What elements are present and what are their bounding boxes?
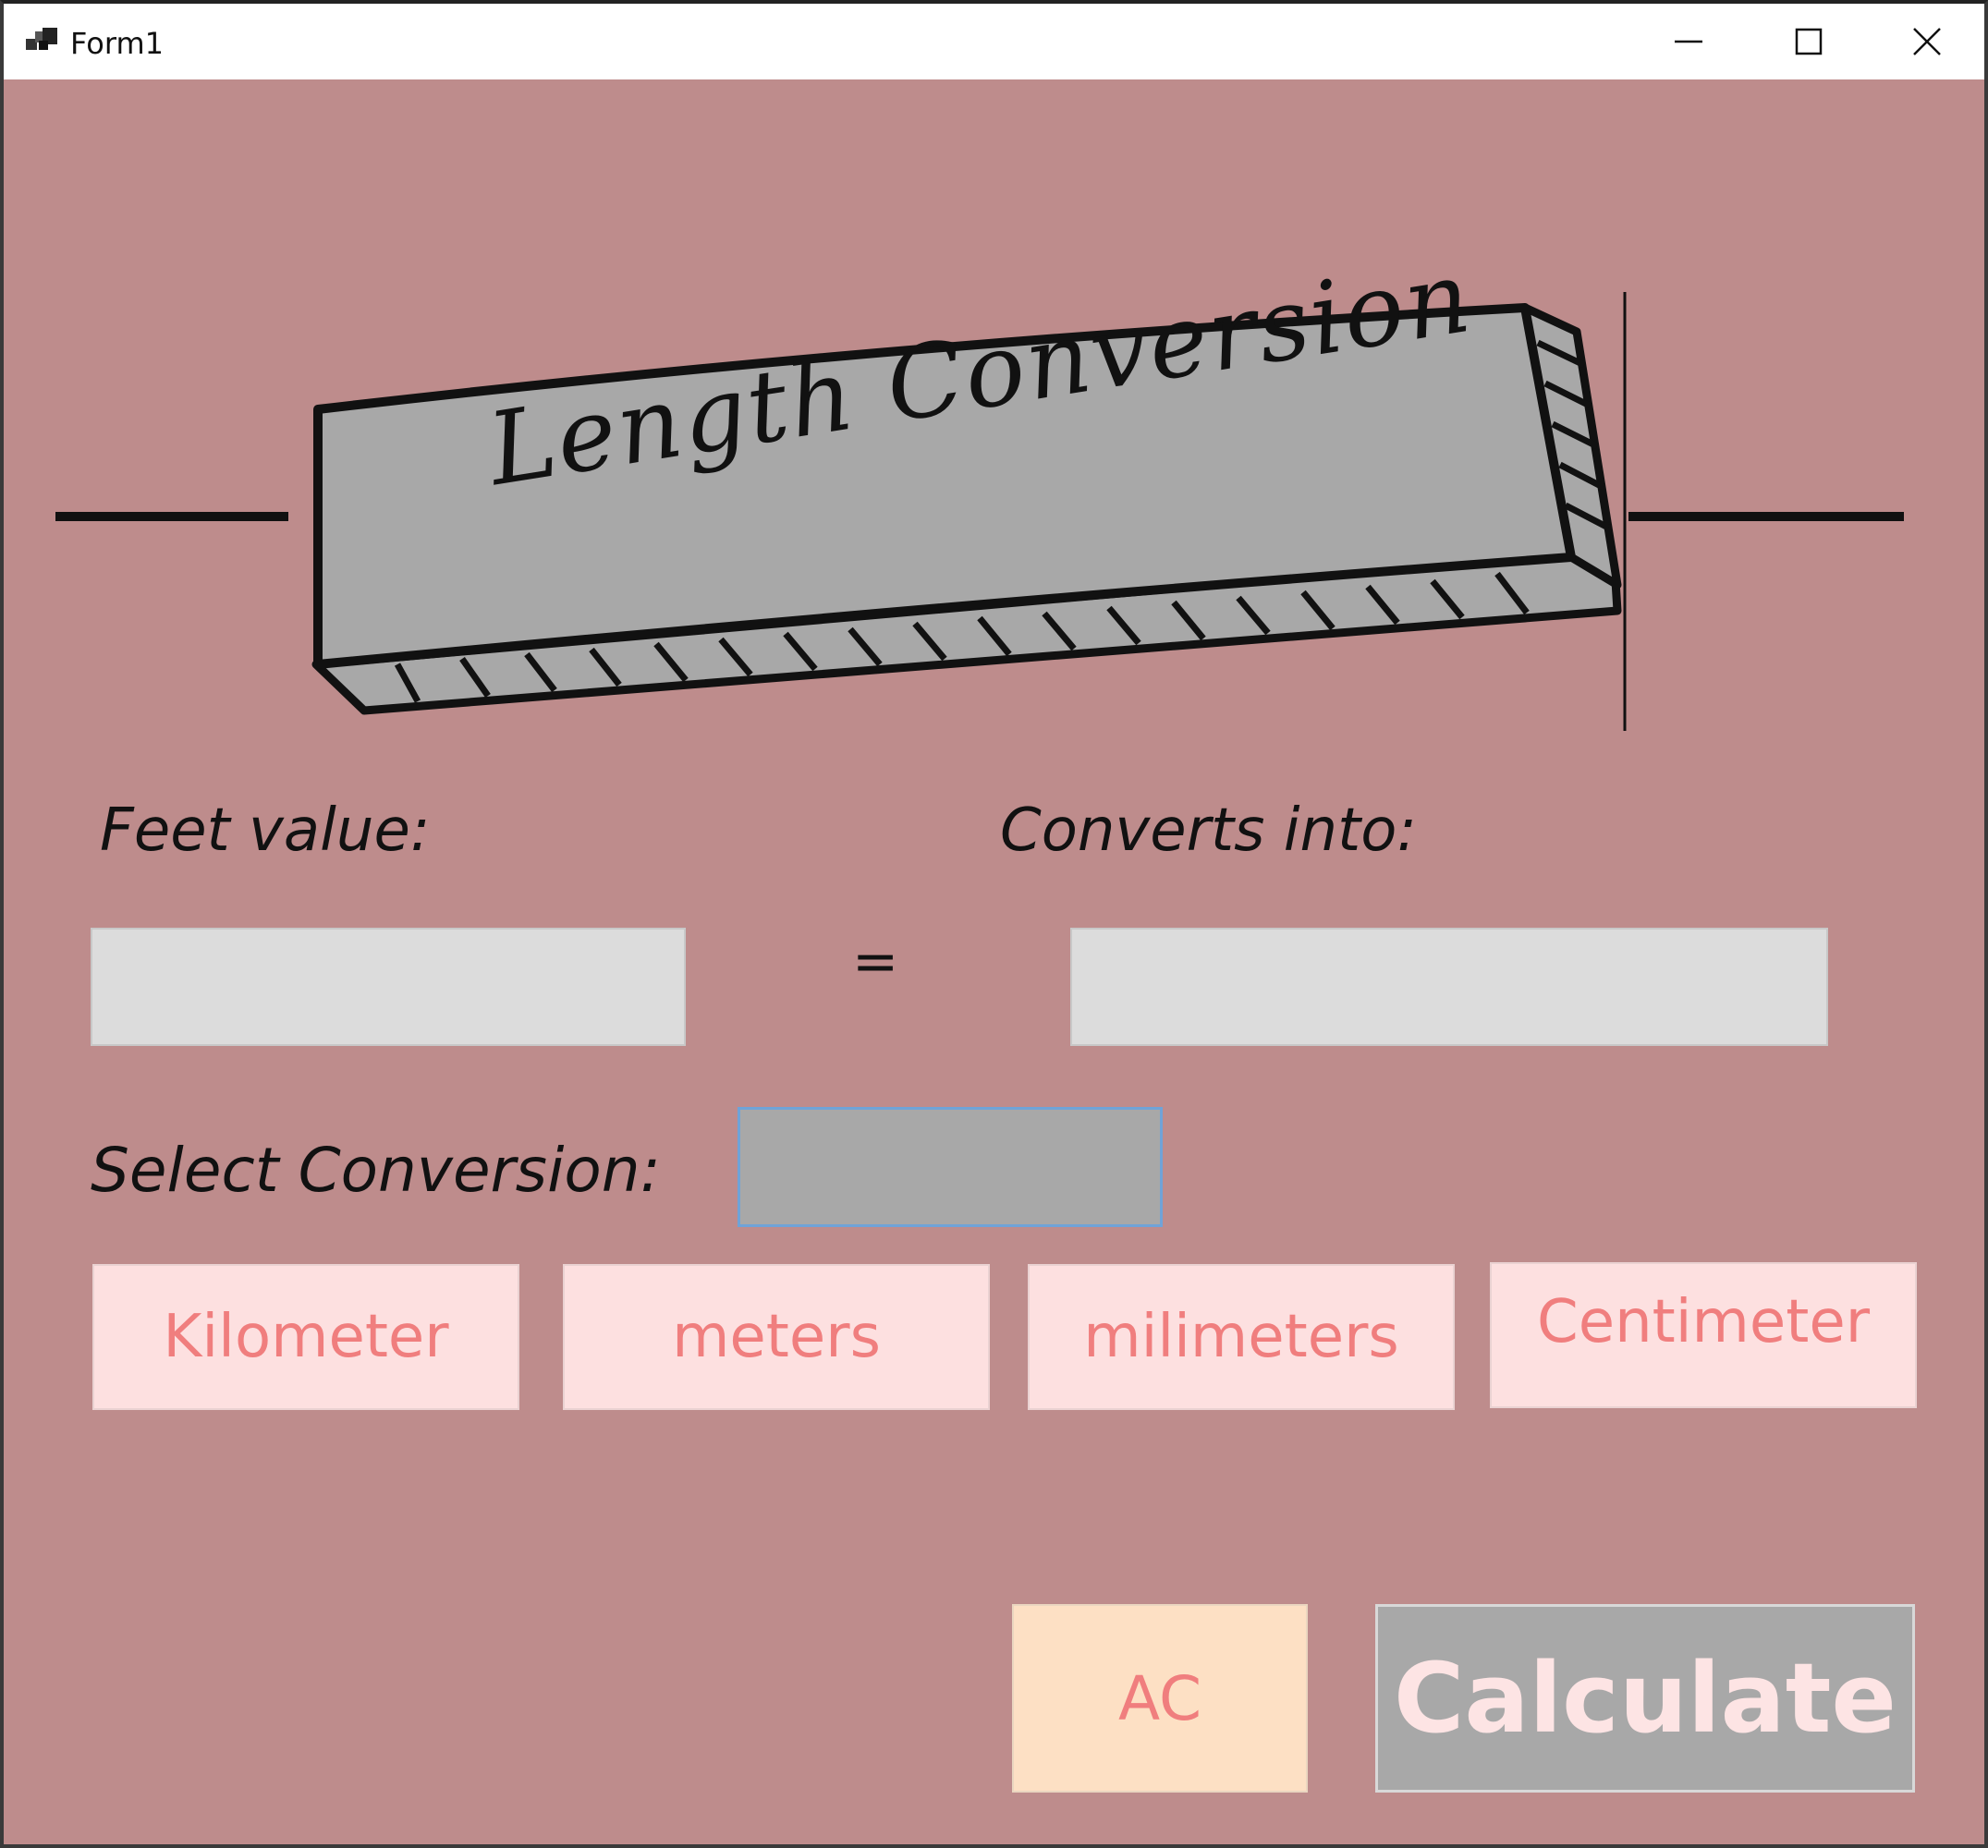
app-window: Form1 Length Conversion Feet value: Conv… (0, 0, 1988, 1848)
selected-conversion-field[interactable] (738, 1107, 1163, 1227)
milimeters-button[interactable]: milimeters (1028, 1264, 1455, 1410)
feet-value-label: Feet value: (100, 796, 431, 865)
title-banner-image: Length Conversion (55, 213, 1913, 749)
banner-graphic (55, 292, 1904, 731)
centimeter-button[interactable]: Centimeter (1490, 1262, 1917, 1408)
meters-button[interactable]: meters (563, 1264, 990, 1410)
select-conversion-label: Select Conversion: (91, 1135, 661, 1206)
calculate-button[interactable]: Calculate (1375, 1604, 1915, 1793)
form-client-area: Length Conversion Feet value: Converts i… (4, 79, 1984, 1844)
minimize-icon (1675, 40, 1702, 43)
result-value-output[interactable] (1070, 928, 1828, 1046)
clear-all-button[interactable]: AC (1012, 1604, 1308, 1793)
maximize-icon (1795, 28, 1823, 55)
close-button[interactable] (1867, 4, 1987, 79)
app-window-icon (26, 28, 57, 50)
maximize-button[interactable] (1749, 4, 1869, 79)
close-icon (1913, 28, 1941, 55)
minimize-button[interactable] (1628, 4, 1749, 79)
kilometer-button[interactable]: Kilometer (92, 1264, 519, 1410)
window-title: Form1 (70, 26, 164, 61)
feet-value-input[interactable] (91, 928, 686, 1046)
equals-label: = (852, 930, 899, 994)
title-bar[interactable]: Form1 (4, 4, 1984, 79)
converts-into-label: Converts into: (1000, 796, 1417, 865)
